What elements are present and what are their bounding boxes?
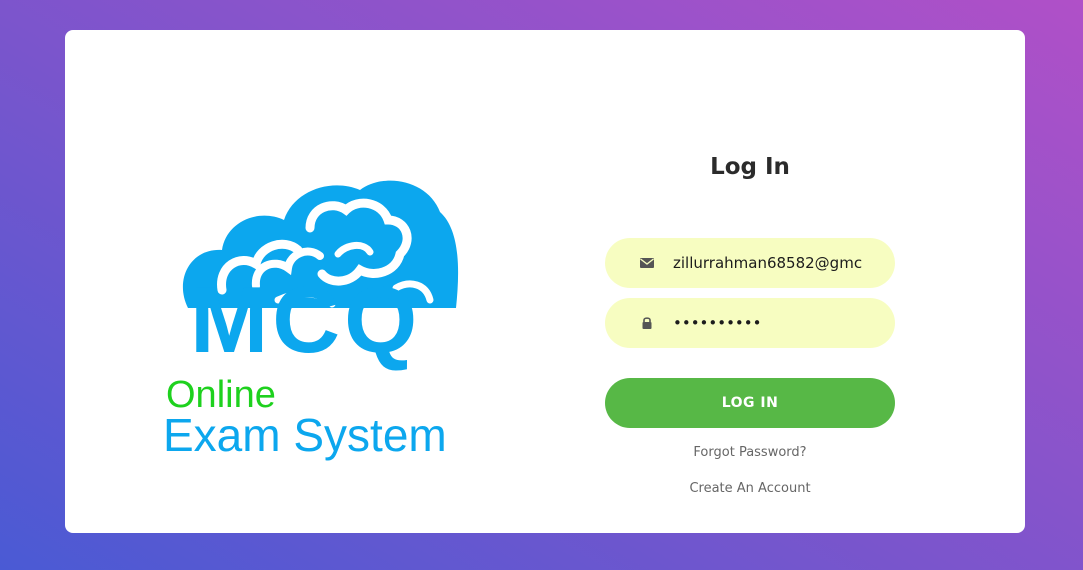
logo-tagline-exam-system: Exam System xyxy=(163,409,447,461)
create-account-link[interactable]: Create An Account xyxy=(605,481,895,496)
email-input[interactable] xyxy=(673,238,873,288)
forgot-password-link[interactable]: Forgot Password? xyxy=(605,445,895,460)
password-field[interactable] xyxy=(605,298,895,348)
form-title: Log In xyxy=(710,154,790,180)
login-button[interactable]: LOG IN xyxy=(605,378,895,428)
login-card: MCQ Online Exam System Log In LOG IN For… xyxy=(65,30,1025,533)
password-input[interactable] xyxy=(673,298,873,348)
logo-brand-text: MCQ xyxy=(190,267,422,372)
envelope-icon xyxy=(640,258,654,268)
email-field[interactable] xyxy=(605,238,895,288)
lock-icon xyxy=(642,317,652,329)
logo: MCQ Online Exam System xyxy=(160,150,480,458)
login-form: Log In LOG IN Forgot Password? Create An… xyxy=(605,30,895,533)
